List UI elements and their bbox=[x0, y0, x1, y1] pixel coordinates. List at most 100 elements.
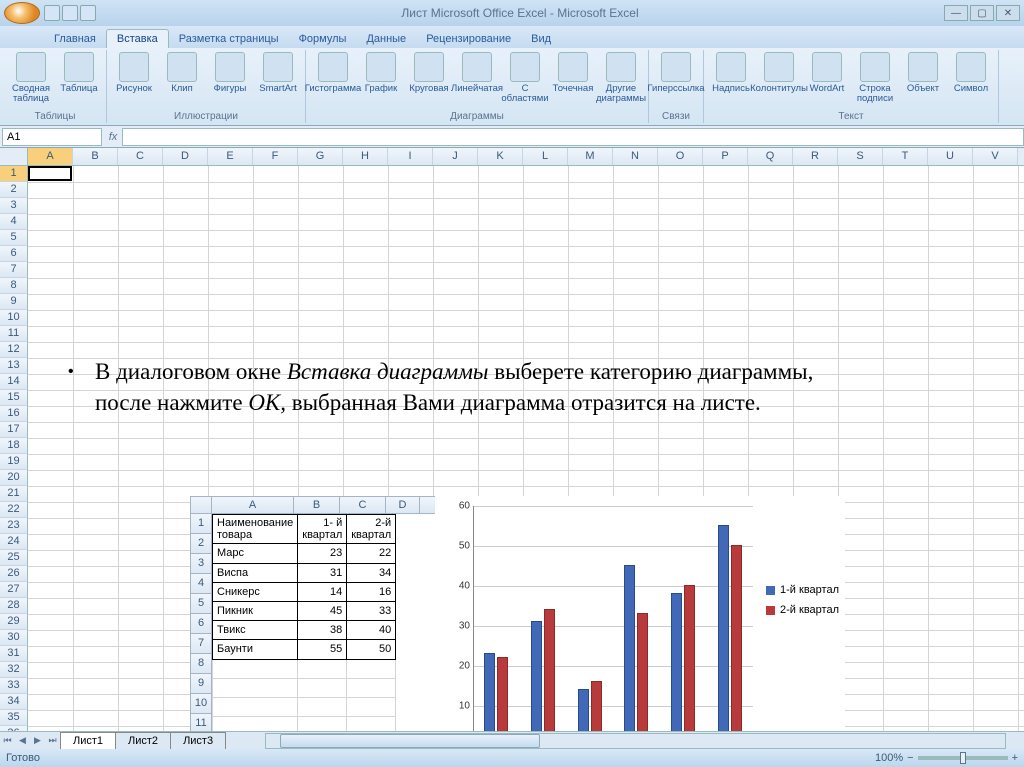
row-header[interactable]: 34 bbox=[0, 694, 28, 710]
column-header[interactable]: D bbox=[163, 148, 208, 165]
column-header[interactable]: K bbox=[478, 148, 523, 165]
inner-row-header[interactable]: 9 bbox=[190, 674, 212, 694]
row-header[interactable]: 12 bbox=[0, 342, 28, 358]
ribbon-tab-5[interactable]: Рецензирование bbox=[416, 30, 521, 48]
zoom-slider[interactable] bbox=[918, 756, 1008, 760]
close-button[interactable]: ✕ bbox=[996, 5, 1020, 21]
row-header[interactable]: 29 bbox=[0, 614, 28, 630]
row-header[interactable]: 28 bbox=[0, 598, 28, 614]
office-button[interactable] bbox=[4, 2, 40, 24]
row-header[interactable]: 14 bbox=[0, 374, 28, 390]
ribbon-item[interactable]: Точечная bbox=[552, 50, 594, 96]
ribbon-item[interactable]: Объект bbox=[902, 50, 944, 96]
sheet-tab[interactable]: Лист3 bbox=[170, 732, 226, 749]
ribbon-item[interactable]: Колонтитулы bbox=[758, 50, 800, 96]
row-header[interactable]: 31 bbox=[0, 646, 28, 662]
column-header[interactable]: G bbox=[298, 148, 343, 165]
column-header[interactable]: F bbox=[253, 148, 298, 165]
nav-next-icon[interactable]: ▶ bbox=[30, 735, 45, 746]
row-header[interactable]: 23 bbox=[0, 518, 28, 534]
zoom-out-icon[interactable]: − bbox=[907, 752, 913, 764]
sheet-tab[interactable]: Лист2 bbox=[115, 732, 171, 749]
ribbon-item[interactable]: Гистограмма bbox=[312, 50, 354, 96]
qat-save-icon[interactable] bbox=[44, 5, 60, 21]
formula-input[interactable] bbox=[122, 128, 1024, 146]
row-header[interactable]: 9 bbox=[0, 294, 28, 310]
inner-row-header[interactable]: 7 bbox=[190, 634, 212, 654]
ribbon-item[interactable]: Гиперссылка bbox=[655, 50, 697, 96]
row-header[interactable]: 1 bbox=[0, 166, 28, 182]
column-header[interactable]: M bbox=[568, 148, 613, 165]
ribbon-item[interactable]: Надпись bbox=[710, 50, 752, 96]
column-header[interactable]: U bbox=[928, 148, 973, 165]
zoom-in-icon[interactable]: + bbox=[1012, 752, 1018, 764]
inner-row-header[interactable]: 5 bbox=[190, 594, 212, 614]
row-header[interactable]: 26 bbox=[0, 566, 28, 582]
column-header[interactable]: O bbox=[658, 148, 703, 165]
column-header[interactable]: J bbox=[433, 148, 478, 165]
ribbon-item[interactable]: Строка подписи bbox=[854, 50, 896, 106]
row-header[interactable]: 18 bbox=[0, 438, 28, 454]
row-header[interactable]: 25 bbox=[0, 550, 28, 566]
ribbon-item[interactable]: Символ bbox=[950, 50, 992, 96]
inner-row-header[interactable]: 10 bbox=[190, 694, 212, 714]
row-header[interactable]: 21 bbox=[0, 486, 28, 502]
row-header[interactable]: 15 bbox=[0, 390, 28, 406]
row-header[interactable]: 19 bbox=[0, 454, 28, 470]
qat-redo-icon[interactable] bbox=[80, 5, 96, 21]
inner-column-header[interactable]: D bbox=[386, 496, 420, 514]
minimize-button[interactable]: — bbox=[944, 5, 968, 21]
inner-column-header[interactable]: B bbox=[294, 496, 340, 514]
horizontal-scrollbar[interactable] bbox=[265, 733, 1006, 749]
ribbon-item[interactable]: С областями bbox=[504, 50, 546, 106]
row-header[interactable]: 6 bbox=[0, 246, 28, 262]
row-header[interactable]: 7 bbox=[0, 262, 28, 278]
row-header[interactable]: 3 bbox=[0, 198, 28, 214]
nav-prev-icon[interactable]: ◀ bbox=[15, 735, 30, 746]
row-header[interactable]: 5 bbox=[0, 230, 28, 246]
row-header[interactable]: 24 bbox=[0, 534, 28, 550]
ribbon-tab-3[interactable]: Формулы bbox=[289, 30, 357, 48]
maximize-button[interactable]: ▢ bbox=[970, 5, 994, 21]
select-all-corner[interactable] bbox=[0, 148, 28, 165]
column-header[interactable]: N bbox=[613, 148, 658, 165]
row-header[interactable]: 17 bbox=[0, 422, 28, 438]
ribbon-item[interactable]: График bbox=[360, 50, 402, 96]
inner-row-header[interactable]: 1 bbox=[190, 514, 212, 534]
column-header[interactable]: B bbox=[73, 148, 118, 165]
ribbon-item[interactable]: WordArt bbox=[806, 50, 848, 96]
ribbon-item[interactable]: Линейчатая bbox=[456, 50, 498, 96]
inner-column-header[interactable]: A bbox=[212, 496, 294, 514]
fx-icon[interactable]: fx bbox=[104, 131, 122, 143]
row-header[interactable]: 4 bbox=[0, 214, 28, 230]
column-header[interactable]: E bbox=[208, 148, 253, 165]
column-header[interactable]: A bbox=[28, 148, 73, 165]
row-header[interactable]: 32 bbox=[0, 662, 28, 678]
ribbon-item[interactable]: Таблица bbox=[58, 50, 100, 96]
row-header[interactable]: 27 bbox=[0, 582, 28, 598]
inner-row-header[interactable]: 6 bbox=[190, 614, 212, 634]
sheet-tab[interactable]: Лист1 bbox=[60, 732, 116, 749]
column-header[interactable]: T bbox=[883, 148, 928, 165]
column-header[interactable]: P bbox=[703, 148, 748, 165]
row-header[interactable]: 11 bbox=[0, 326, 28, 342]
qat-undo-icon[interactable] bbox=[62, 5, 78, 21]
inner-row-header[interactable]: 4 bbox=[190, 574, 212, 594]
zoom-thumb[interactable] bbox=[960, 752, 966, 764]
column-header[interactable]: L bbox=[523, 148, 568, 165]
nav-last-icon[interactable]: ⏭ bbox=[45, 735, 60, 746]
column-header[interactable]: R bbox=[793, 148, 838, 165]
column-header[interactable]: I bbox=[388, 148, 433, 165]
ribbon-tab-0[interactable]: Главная bbox=[44, 30, 106, 48]
inner-column-header[interactable]: C bbox=[340, 496, 386, 514]
column-header[interactable]: H bbox=[343, 148, 388, 165]
row-header[interactable]: 35 bbox=[0, 710, 28, 726]
inner-row-header[interactable]: 8 bbox=[190, 654, 212, 674]
row-header[interactable]: 10 bbox=[0, 310, 28, 326]
row-header[interactable]: 16 bbox=[0, 406, 28, 422]
row-header[interactable]: 20 bbox=[0, 470, 28, 486]
ribbon-tab-1[interactable]: Вставка bbox=[106, 29, 169, 48]
ribbon-item[interactable]: Круговая bbox=[408, 50, 450, 96]
inner-corner[interactable] bbox=[190, 496, 212, 514]
row-header[interactable]: 8 bbox=[0, 278, 28, 294]
